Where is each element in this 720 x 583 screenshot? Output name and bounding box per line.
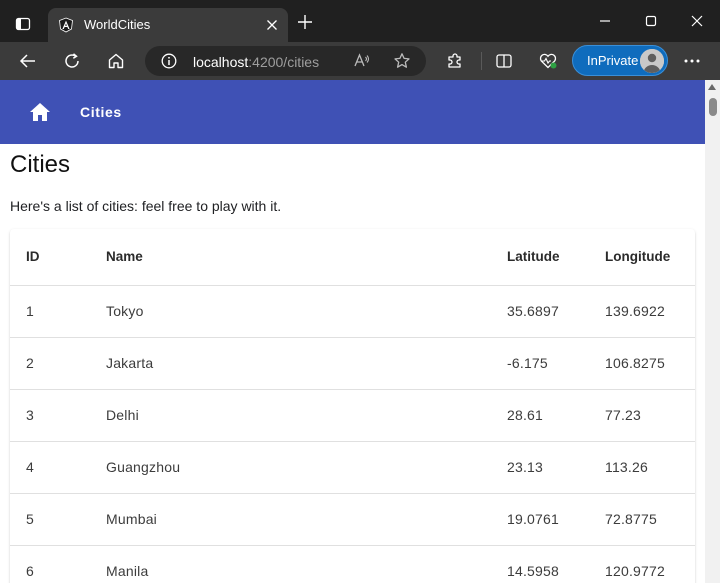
url-host: localhost [193,54,249,70]
cell-latitude: 14.5958 [507,545,605,583]
inprivate-label: InPrivate [587,53,639,68]
cell-latitude: -6.175 [507,337,605,390]
cell-id: 6 [10,545,106,583]
scrollbar[interactable] [705,80,720,583]
cell-name: Tokyo [106,285,507,338]
info-icon[interactable] [161,53,177,69]
star-icon[interactable] [393,52,411,70]
scroll-up-arrow-icon[interactable] [708,84,716,90]
cell-longitude: 77.23 [605,389,695,442]
refresh-icon[interactable] [61,50,83,72]
column-header-latitude: Latitude [507,229,605,286]
avatar [640,49,664,73]
table-row: 4 Guangzhou 23.13 113.26 [10,441,695,494]
tab-title: WorldCities [84,17,151,32]
cell-id: 3 [10,389,106,442]
cell-id: 2 [10,337,106,390]
cell-name: Manila [106,545,507,583]
nav-link-cities[interactable]: Cities [80,103,122,121]
minimize-icon[interactable] [596,12,614,30]
cell-longitude: 113.26 [605,441,695,494]
puzzle-icon[interactable] [444,50,466,72]
column-header-longitude: Longitude [605,229,695,286]
cell-latitude: 19.0761 [507,493,605,546]
page-title: Cities [10,151,71,178]
cell-name: Guangzhou [106,441,507,494]
table-row: 5 Mumbai 19.0761 72.8775 [10,493,695,546]
cell-name: Delhi [106,389,507,442]
cell-latitude: 28.61 [507,389,605,442]
home-icon[interactable] [105,50,127,72]
cell-name: Jakarta [106,337,507,390]
split-screen-icon[interactable] [493,50,515,72]
cell-latitude: 23.13 [507,441,605,494]
read-aloud-icon[interactable] [353,52,371,70]
address-url: localhost:4200/cities [193,54,319,70]
cell-longitude: 72.8775 [605,493,695,546]
column-header-name: Name [106,229,507,286]
scroll-thumb[interactable] [709,98,717,116]
heart-pulse-icon[interactable] [537,50,559,72]
app-nav-bar: Cities [0,80,705,144]
table-row: 6 Manila 14.5958 120.9772 [10,545,695,583]
table-row: 1 Tokyo 35.6897 139.6922 [10,285,695,338]
table-row: 2 Jakarta -6.175 106.8275 [10,337,695,390]
browser-tab[interactable]: WorldCities [48,8,288,42]
tab-actions-icon[interactable] [12,13,34,35]
cell-id: 1 [10,285,106,338]
back-arrow-icon[interactable] [17,50,39,72]
home-icon[interactable] [28,100,52,124]
inprivate-profile-button[interactable]: InPrivate [572,45,668,76]
column-header-id: ID [10,229,106,286]
table-row: 3 Delhi 28.61 77.23 [10,389,695,442]
cities-table: ID Name Latitude Longitude 1 Tokyo 35.68… [10,229,695,583]
intro-text: Here's a list of cities: feel free to pl… [10,198,282,214]
url-path: :4200/cities [248,54,320,70]
cell-id: 5 [10,493,106,546]
plus-icon[interactable] [296,13,314,31]
browser-toolbar: localhost:4200/cities InPrivate [0,42,720,80]
angular-logo-icon [58,17,74,33]
cell-latitude: 35.6897 [507,285,605,338]
more-dots-icon[interactable] [681,50,703,72]
window-close-icon[interactable] [688,12,706,30]
cities-table-card: ID Name Latitude Longitude 1 Tokyo 35.68… [10,229,695,583]
address-bar[interactable]: localhost:4200/cities [145,46,426,76]
table-header-row: ID Name Latitude Longitude [10,229,695,286]
cell-id: 4 [10,441,106,494]
cell-longitude: 139.6922 [605,285,695,338]
cell-longitude: 120.9772 [605,545,695,583]
cell-longitude: 106.8275 [605,337,695,390]
toolbar-divider [481,52,482,70]
maximize-icon[interactable] [642,12,660,30]
cell-name: Mumbai [106,493,507,546]
browser-title-bar: WorldCities [0,0,720,42]
close-icon[interactable] [264,17,280,33]
